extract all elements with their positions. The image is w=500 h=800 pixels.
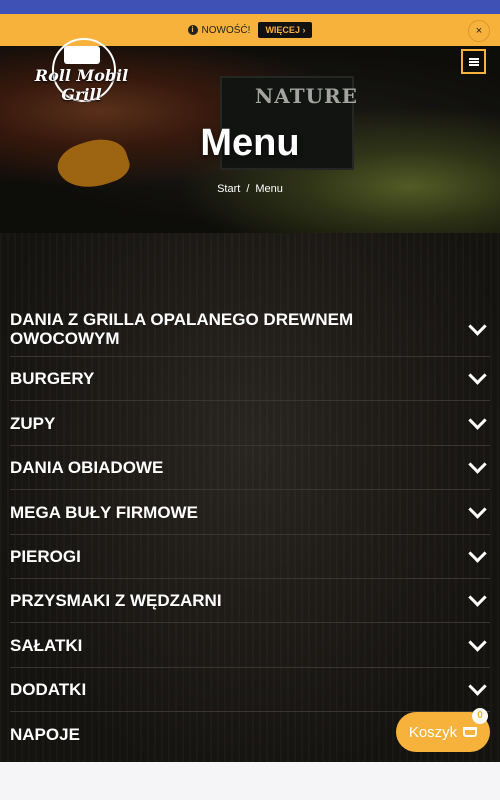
category-label: DANIA OBIADOWE xyxy=(10,458,164,477)
cart-label: Koszyk xyxy=(408,723,458,741)
category-zupy[interactable]: ZUPY xyxy=(10,401,490,446)
chevron-down-icon xyxy=(468,544,487,563)
top-color-bar xyxy=(0,0,500,14)
category-mega-buly[interactable]: MEGA BUŁY FIRMOWE xyxy=(10,490,490,535)
notice-text: NOWOŚĆ! xyxy=(201,24,251,36)
category-pierogi[interactable]: PIEROGI xyxy=(10,535,490,579)
category-label: MEGA BUŁY FIRMOWE xyxy=(10,502,198,522)
chevron-down-icon xyxy=(468,410,487,430)
chevron-down-icon xyxy=(468,366,487,385)
category-label: SAŁATKI xyxy=(10,635,83,655)
hero-sign-text: NATURE xyxy=(255,84,358,108)
cart-button[interactable]: Koszyk 0 xyxy=(396,708,490,752)
category-label: DANIA Z GRILLA OPALANEGO DREWNEM OWOCOWY… xyxy=(10,310,354,348)
close-notice-button[interactable]: × xyxy=(468,20,490,42)
breadcrumb-home-link[interactable]: Start xyxy=(217,183,240,195)
category-dania-obiadowe[interactable]: DANIA OBIADOWE xyxy=(10,446,490,490)
category-label: PIEROGI xyxy=(10,547,81,566)
page-title: Menu xyxy=(200,122,300,164)
chevron-down-icon xyxy=(468,632,487,652)
hamburger-menu-button[interactable] xyxy=(461,49,486,74)
category-label: ZUPY xyxy=(10,413,56,433)
chevron-down-icon xyxy=(468,316,487,336)
logo-text: Roll Mobil Grill xyxy=(34,66,129,104)
category-label: NAPOJE xyxy=(10,724,80,744)
category-dodatki[interactable]: DODATKI xyxy=(10,668,490,712)
site-logo[interactable]: Roll Mobil Grill xyxy=(14,38,149,104)
breadcrumb-current: Menu xyxy=(255,183,283,195)
category-label: PRZYSMAKI Z WĘDZARNI xyxy=(10,591,222,610)
category-salatki[interactable]: SAŁATKI xyxy=(10,623,490,668)
category-label: DODATKI xyxy=(10,680,87,699)
chevron-down-icon xyxy=(468,499,487,519)
more-button[interactable]: WIĘCEJ › xyxy=(258,22,313,38)
chevron-down-icon xyxy=(468,455,487,474)
hamburger-icon xyxy=(468,57,479,66)
category-wedzarnia[interactable]: PRZYSMAKI Z WĘDZARNI xyxy=(10,579,490,623)
truck-icon xyxy=(64,46,100,64)
breadcrumb: Start / Menu xyxy=(0,183,500,195)
notice-info: i NOWOŚĆ! xyxy=(187,24,251,36)
category-grill[interactable]: DANIA Z GRILLA OPALANEGO DREWNEM OWOCOWY… xyxy=(10,302,490,357)
cart-icon xyxy=(463,727,478,737)
footer-strip xyxy=(0,762,500,800)
cart-count-badge: 0 xyxy=(472,708,488,724)
info-icon: i xyxy=(187,25,198,35)
category-burgery[interactable]: BURGERY xyxy=(10,357,490,401)
category-label: BURGERY xyxy=(10,369,95,388)
chevron-down-icon xyxy=(468,677,487,696)
chevron-down-icon xyxy=(468,588,487,607)
breadcrumb-separator: / xyxy=(246,183,250,195)
